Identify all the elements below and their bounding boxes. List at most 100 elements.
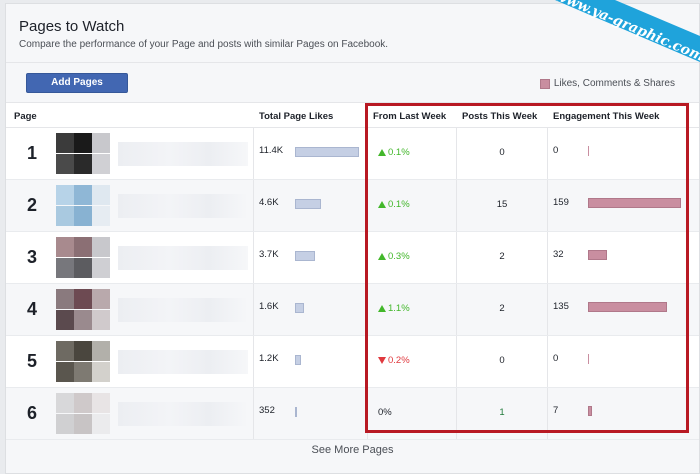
- thumb-pixel: [56, 206, 74, 226]
- col-from-last-week: From Last Week: [373, 111, 447, 122]
- column-divider: [456, 284, 457, 335]
- column-divider: [547, 128, 548, 179]
- page-name-blurred[interactable]: [118, 402, 248, 426]
- column-divider: [253, 284, 254, 335]
- thumb-pixel: [74, 258, 92, 278]
- column-divider: [547, 336, 548, 387]
- thumb-pixel: [92, 185, 110, 205]
- table-row[interactable]: 6 352 0% 1 7: [6, 388, 699, 440]
- thumb-pixel: [74, 206, 92, 226]
- page-thumbnail[interactable]: [56, 237, 116, 279]
- change-from-last-week: 0.1%: [378, 147, 410, 158]
- column-divider: [253, 180, 254, 231]
- engagement-bar: [588, 146, 589, 156]
- page-thumbnail[interactable]: [56, 289, 116, 331]
- engagement-value: 0: [553, 145, 559, 156]
- column-divider: [456, 180, 457, 231]
- table-body: 1 11.4K 0.1% 0 0 2 4.6K 0.1% 15 159 3 3.…: [6, 128, 699, 440]
- change-value: 0.1%: [388, 147, 410, 158]
- engagement-bar: [588, 354, 589, 364]
- panel-subtitle: Compare the performance of your Page and…: [19, 39, 389, 50]
- column-divider: [367, 388, 368, 439]
- change-from-last-week: 0%: [378, 407, 392, 418]
- total-likes-value: 4.6K: [259, 197, 279, 208]
- thumb-pixel: [56, 414, 74, 434]
- column-divider: [456, 388, 457, 439]
- thumb-pixel: [92, 341, 110, 361]
- page-rank: 2: [27, 195, 38, 215]
- thumb-pixel: [74, 362, 92, 382]
- thumb-pixel: [74, 393, 92, 413]
- column-divider: [456, 232, 457, 283]
- triangle-up-icon: [378, 304, 386, 312]
- page-name-blurred[interactable]: [118, 298, 248, 322]
- thumb-pixel: [56, 289, 74, 309]
- table-row[interactable]: 2 4.6K 0.1% 15 159: [6, 180, 699, 232]
- thumb-pixel: [56, 133, 74, 153]
- thumb-pixel: [74, 289, 92, 309]
- page-thumbnail[interactable]: [56, 133, 116, 175]
- total-likes-value: 1.6K: [259, 301, 279, 312]
- add-pages-button[interactable]: Add Pages: [26, 73, 128, 93]
- change-from-last-week: 1.1%: [378, 303, 410, 314]
- likes-bar: [295, 407, 297, 417]
- change-value: 1.1%: [388, 303, 410, 314]
- page-name-blurred[interactable]: [118, 350, 248, 374]
- column-divider: [367, 336, 368, 387]
- triangle-up-icon: [378, 148, 386, 156]
- page-name-blurred[interactable]: [118, 246, 248, 270]
- thumb-pixel: [74, 237, 92, 257]
- table-row[interactable]: 1 11.4K 0.1% 0 0: [6, 128, 699, 180]
- posts-this-week-value: 2: [499, 251, 505, 262]
- col-total-likes: Total Page Likes: [259, 111, 334, 122]
- page-thumbnail[interactable]: [56, 393, 116, 435]
- change-from-last-week: 0.2%: [378, 355, 410, 366]
- watermark-banner: www.ya-graphic.com: [500, 0, 700, 90]
- column-divider: [253, 388, 254, 439]
- table-row[interactable]: 5 1.2K 0.2% 0 0: [6, 336, 699, 388]
- page-name-blurred[interactable]: [118, 194, 248, 218]
- likes-bar: [295, 303, 304, 313]
- engagement-bar: [588, 198, 681, 208]
- thumb-pixel: [92, 310, 110, 330]
- column-divider: [367, 128, 368, 179]
- change-from-last-week: 0.1%: [378, 199, 410, 210]
- thumb-pixel: [92, 414, 110, 434]
- engagement-bar: [588, 250, 607, 260]
- page-thumbnail[interactable]: [56, 185, 116, 227]
- page-thumbnail[interactable]: [56, 341, 116, 383]
- page-rank: 5: [27, 351, 38, 371]
- column-divider: [367, 180, 368, 231]
- thumb-pixel: [92, 362, 110, 382]
- change-value: 0.2%: [388, 355, 410, 366]
- thumb-pixel: [74, 133, 92, 153]
- triangle-down-icon: [378, 356, 386, 364]
- posts-this-week-value: 1: [499, 407, 505, 418]
- column-divider: [367, 232, 368, 283]
- thumb-pixel: [56, 393, 74, 413]
- thumb-pixel: [74, 185, 92, 205]
- posts-this-week-value: 0: [499, 147, 505, 158]
- total-likes-value: 3.7K: [259, 249, 279, 260]
- column-divider: [547, 388, 548, 439]
- thumb-pixel: [74, 341, 92, 361]
- triangle-up-icon: [378, 252, 386, 260]
- engagement-value: 159: [553, 197, 569, 208]
- total-likes-value: 1.2K: [259, 353, 279, 364]
- table-row[interactable]: 3 3.7K 0.3% 2 32: [6, 232, 699, 284]
- panel-title: Pages to Watch: [19, 18, 125, 35]
- likes-bar: [295, 147, 359, 157]
- table-row[interactable]: 4 1.6K 1.1% 2 135: [6, 284, 699, 336]
- thumb-pixel: [74, 154, 92, 174]
- pages-table: Page Total Page Likes From Last Week Pos…: [6, 102, 699, 440]
- likes-bar: [295, 355, 301, 365]
- posts-this-week-value: 0: [499, 355, 505, 366]
- thumb-pixel: [56, 362, 74, 382]
- thumb-pixel: [92, 154, 110, 174]
- see-more-pages-link[interactable]: See More Pages: [6, 444, 699, 456]
- thumb-pixel: [92, 393, 110, 413]
- thumb-pixel: [56, 310, 74, 330]
- page-name-blurred[interactable]: [118, 142, 248, 166]
- thumb-pixel: [56, 258, 74, 278]
- page-rank: 6: [27, 403, 38, 423]
